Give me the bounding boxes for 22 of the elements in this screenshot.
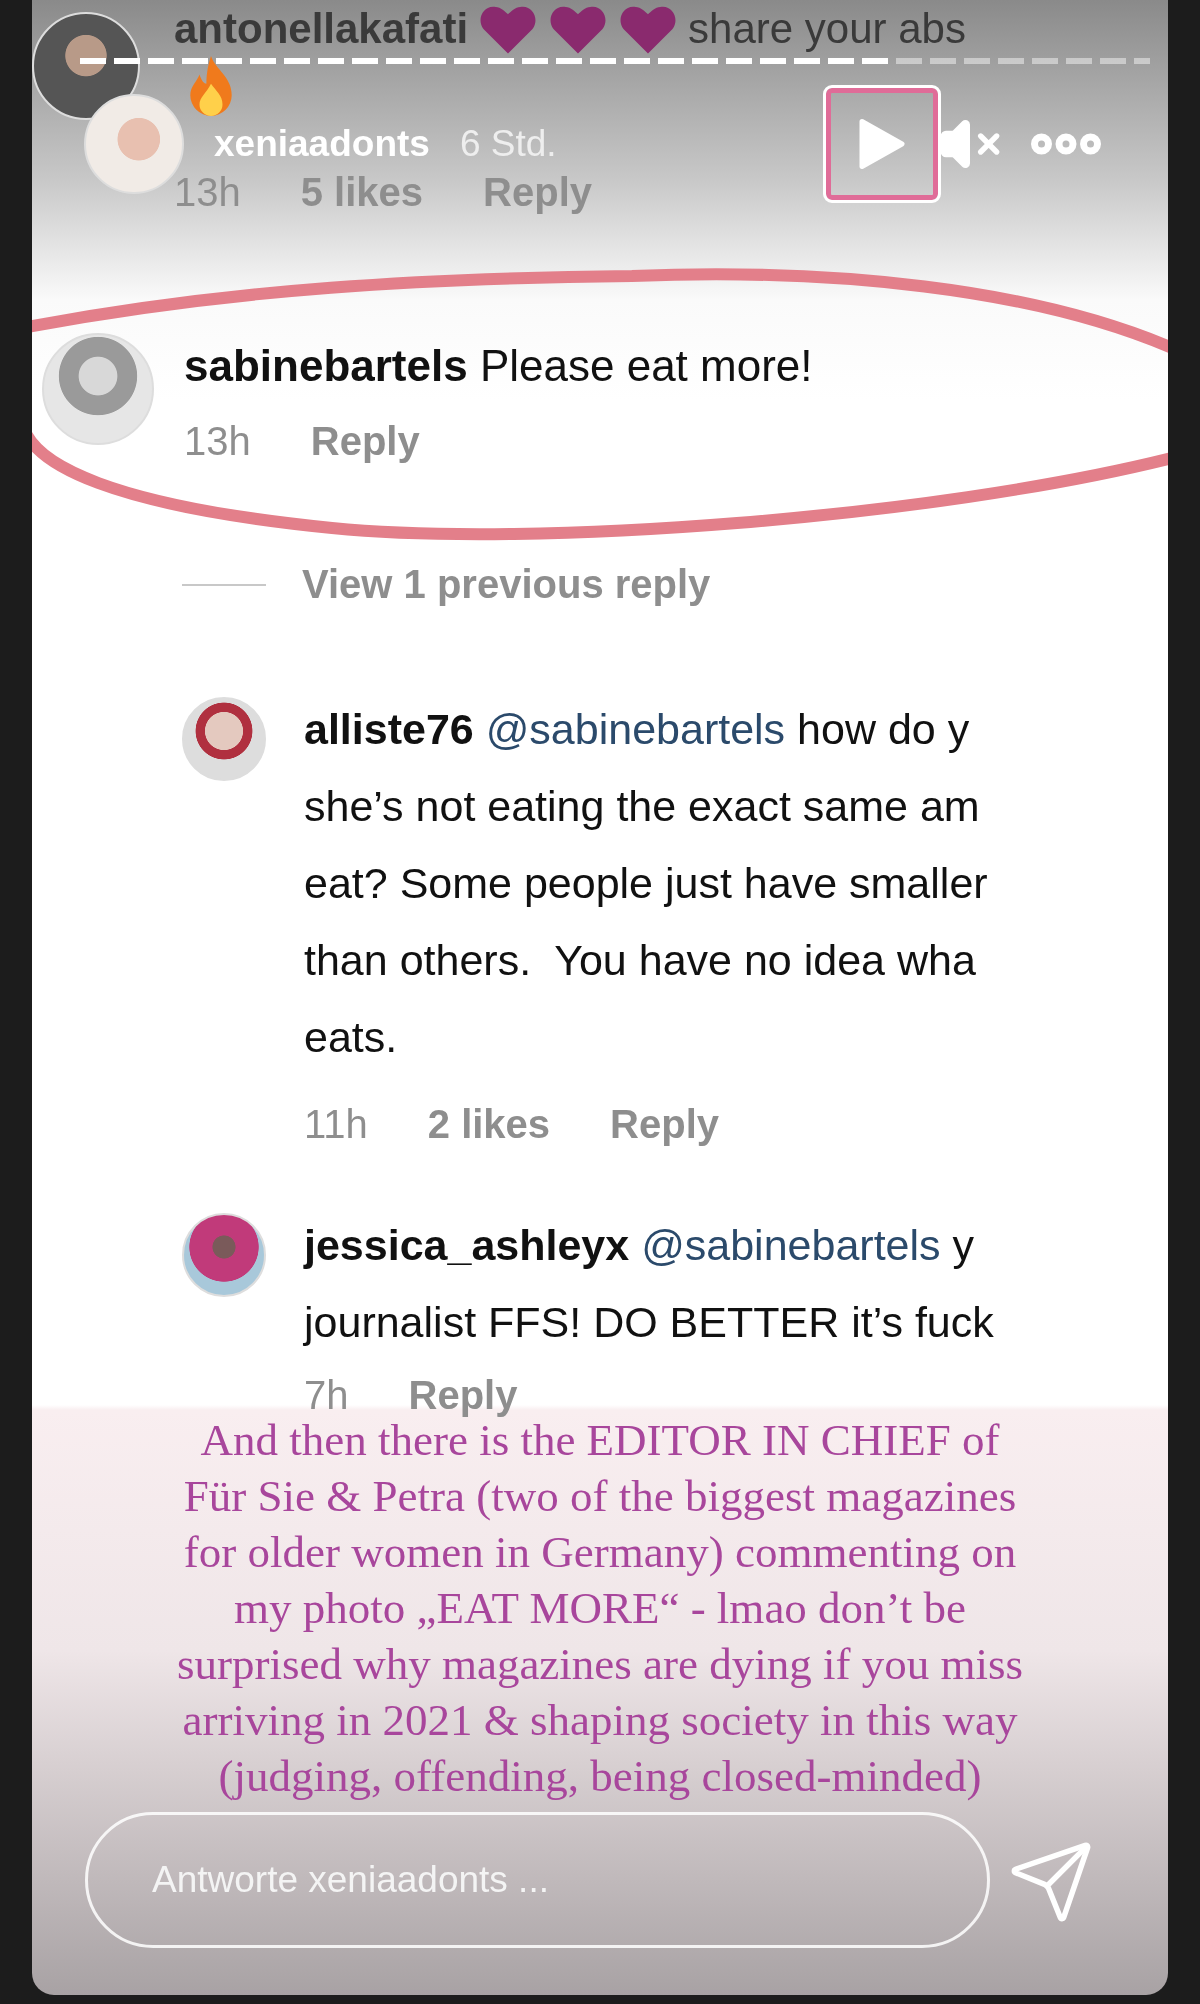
comment-time: 13h xyxy=(184,419,251,464)
reply-link[interactable]: Reply xyxy=(610,1102,720,1147)
comment-text: alliste76 @sabinebartels how do y she’s not eating the exact same am eat? Some people just have smaller than others. You have no idea wha eats. xyxy=(304,704,988,1063)
reply-link[interactable]: Reply xyxy=(483,170,592,215)
play-button[interactable] xyxy=(826,88,938,200)
mention-link[interactable]: @sabinebartels xyxy=(485,705,786,753)
comment-text: sabinebartels Please eat more! xyxy=(184,341,813,391)
username[interactable]: xeniaadonts xyxy=(214,123,430,165)
view-replies-link[interactable]: View 1 previous reply xyxy=(302,562,711,607)
comment-text: jessica_ashleyx @sabinebartels y journalist FFS! DO BETTER it’s fuck xyxy=(304,1220,994,1348)
mention-link[interactable]: @sabinebartels xyxy=(641,1221,941,1269)
reply-link[interactable]: Reply xyxy=(408,1373,518,1418)
comment-time: 11h xyxy=(304,1102,368,1147)
play-icon xyxy=(857,116,907,172)
comment-time: 13h xyxy=(174,170,241,215)
likes-count: 5 likes xyxy=(300,170,424,215)
comment-text: antonellakafati share your abs xyxy=(174,2,966,56)
fire-icon xyxy=(188,56,234,116)
reply-link[interactable]: Reply xyxy=(310,419,420,464)
likes-count: 2 likes xyxy=(427,1102,551,1147)
reply-field[interactable]: Antworte xeniaadonts ... xyxy=(85,1812,990,1948)
comment-time: 7h xyxy=(304,1373,349,1418)
